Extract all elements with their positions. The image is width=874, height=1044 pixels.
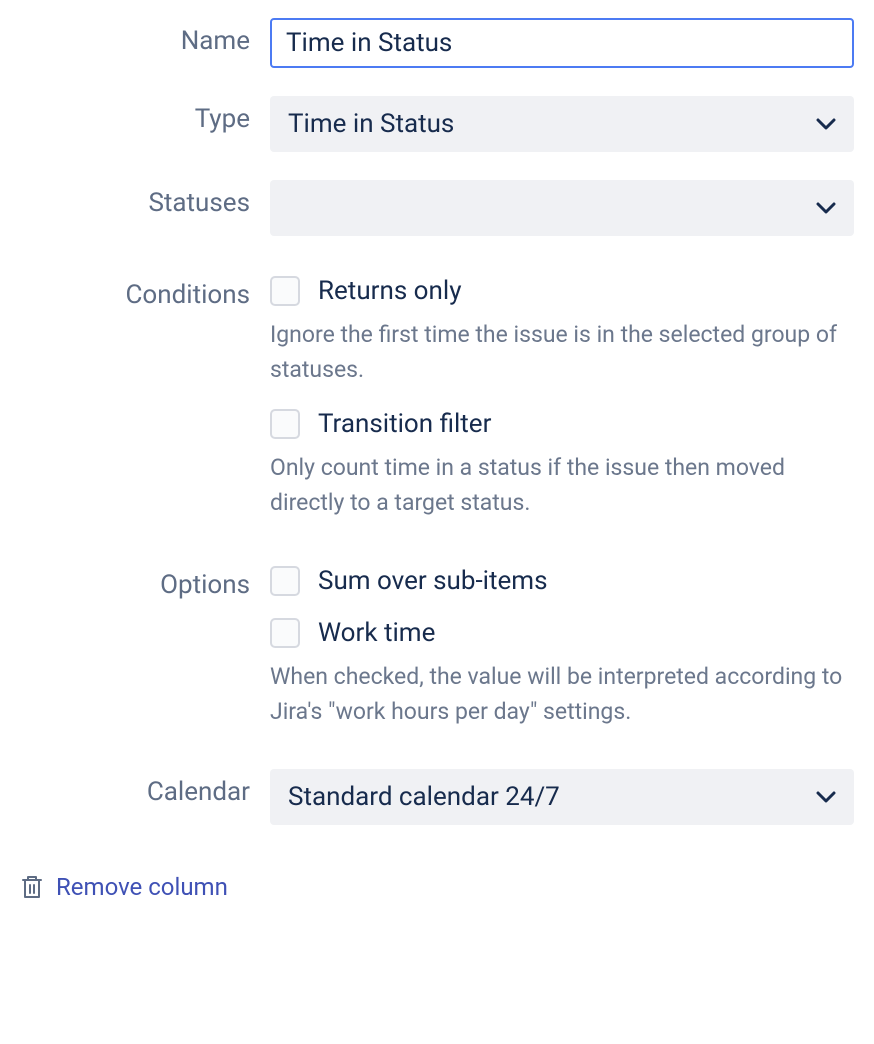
type-select-value: Time in Status <box>288 109 454 139</box>
type-row: Type Time in Status <box>20 96 854 152</box>
work-time-label: Work time <box>318 618 435 648</box>
options-row: Options Sum over sub-items Work time Whe… <box>20 562 854 751</box>
chevron-down-icon <box>816 201 836 215</box>
type-select[interactable]: Time in Status <box>270 96 854 152</box>
returns-only-label: Returns only <box>318 276 462 306</box>
chevron-down-icon <box>816 790 836 804</box>
sum-sub-items-block: Sum over sub-items <box>270 566 854 596</box>
chevron-down-icon <box>816 117 836 131</box>
work-time-help: When checked, the value will be interpre… <box>270 660 854 729</box>
sum-sub-items-checkbox[interactable] <box>270 566 300 596</box>
conditions-label: Conditions <box>20 272 270 310</box>
returns-only-help: Ignore the first time the issue is in th… <box>270 318 854 387</box>
transition-filter-block: Transition filter Only count time in a s… <box>270 409 854 520</box>
sum-sub-items-label: Sum over sub-items <box>318 566 548 596</box>
returns-only-block: Returns only Ignore the first time the i… <box>270 276 854 387</box>
work-time-checkbox[interactable] <box>270 618 300 648</box>
options-label: Options <box>20 562 270 600</box>
name-row: Name <box>20 18 854 68</box>
type-label: Type <box>20 96 270 134</box>
conditions-row: Conditions Returns only Ignore the first… <box>20 272 854 542</box>
remove-column-label: Remove column <box>56 873 228 901</box>
remove-column-link[interactable]: Remove column <box>20 873 228 901</box>
statuses-select[interactable] <box>270 180 854 236</box>
statuses-label: Statuses <box>20 180 270 218</box>
trash-icon <box>20 874 44 900</box>
work-time-block: Work time When checked, the value will b… <box>270 618 854 729</box>
calendar-label: Calendar <box>20 769 270 807</box>
transition-filter-checkbox[interactable] <box>270 409 300 439</box>
transition-filter-label: Transition filter <box>318 409 491 439</box>
calendar-select[interactable]: Standard calendar 24/7 <box>270 769 854 825</box>
statuses-row: Statuses <box>20 180 854 236</box>
transition-filter-help: Only count time in a status if the issue… <box>270 451 854 520</box>
name-input[interactable] <box>270 18 854 68</box>
calendar-row: Calendar Standard calendar 24/7 <box>20 769 854 825</box>
returns-only-checkbox[interactable] <box>270 276 300 306</box>
name-label: Name <box>20 18 270 56</box>
calendar-select-value: Standard calendar 24/7 <box>288 782 560 812</box>
